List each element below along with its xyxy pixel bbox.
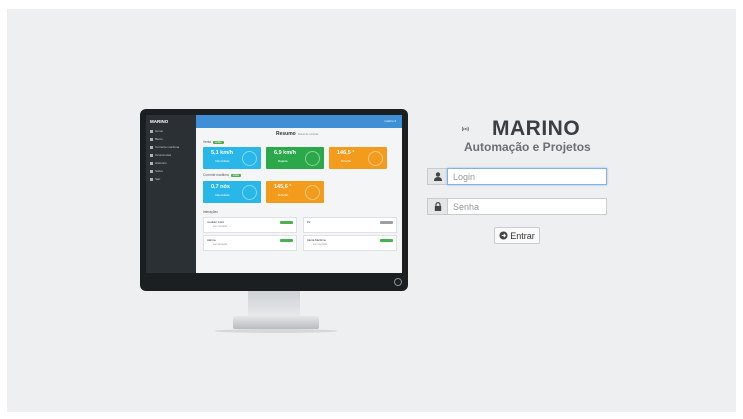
preview-nav-item: Barco (150, 137, 163, 141)
preview-interaction: medidor.maré sem medição (203, 217, 297, 233)
preview-interaction: Alerta.Marítimo sem medição (303, 235, 397, 251)
login-input[interactable] (447, 168, 607, 185)
preview-card: 5,1 km/h Velocidade (203, 147, 261, 169)
preview-section-wind: Vento online (203, 140, 224, 144)
login-button[interactable]: Entrar (494, 227, 540, 244)
password-input[interactable] (447, 198, 607, 215)
preview-section-current: Corrente marítima online (203, 173, 242, 177)
lock-icon (427, 198, 447, 215)
preview-interaction: P2 (303, 217, 397, 233)
arrow-circle-icon (499, 231, 508, 240)
preview-nav-item: Home (150, 129, 163, 133)
preview-section-interactions: Interações (203, 210, 218, 214)
preview-sidebar: MARINO Home Barco Corrente marítima Ocor… (146, 115, 196, 273)
user-icon (427, 168, 447, 185)
dashboard-preview: MARINO Home Barco Corrente marítima Ocor… (146, 115, 402, 273)
preview-nav-item: Corrente marítima (150, 145, 179, 149)
monitor-stand (248, 291, 300, 316)
preview-nav-item: Sair (150, 177, 160, 181)
power-button-icon (394, 278, 402, 286)
preview-nav-item: Ocorrências (150, 153, 171, 157)
preview-card: 146,5 ° Direção (329, 147, 387, 169)
preview-card: 6,9 km/h Rajada (266, 147, 324, 169)
monitor-base (233, 316, 319, 329)
login-button-label: Entrar (510, 230, 535, 241)
preview-card: 145,6 ° Direção (266, 181, 324, 203)
preview-nav-item: Histórico (150, 161, 167, 165)
radio-waves-icon (461, 126, 469, 132)
monitor-shadow (214, 329, 338, 333)
brand-name: MARINO (492, 117, 581, 140)
preview-title: Resumo Painel de controle (276, 131, 319, 137)
preview-interaction: Alarme sem ativação (203, 235, 297, 251)
preview-card: 0,7 nós Velocidade (203, 181, 261, 203)
password-field (427, 198, 607, 215)
monitor-illustration: MARINO Home Barco Corrente marítima Ocor… (140, 109, 408, 291)
login-field (427, 168, 607, 185)
preview-user: marino ▾ (384, 119, 396, 123)
brand-tagline: Automação e Projetos (464, 140, 591, 154)
preview-brand: MARINO (150, 119, 169, 124)
preview-topbar: marino ▾ (196, 115, 402, 128)
preview-nav-item: Sobre (150, 169, 163, 173)
